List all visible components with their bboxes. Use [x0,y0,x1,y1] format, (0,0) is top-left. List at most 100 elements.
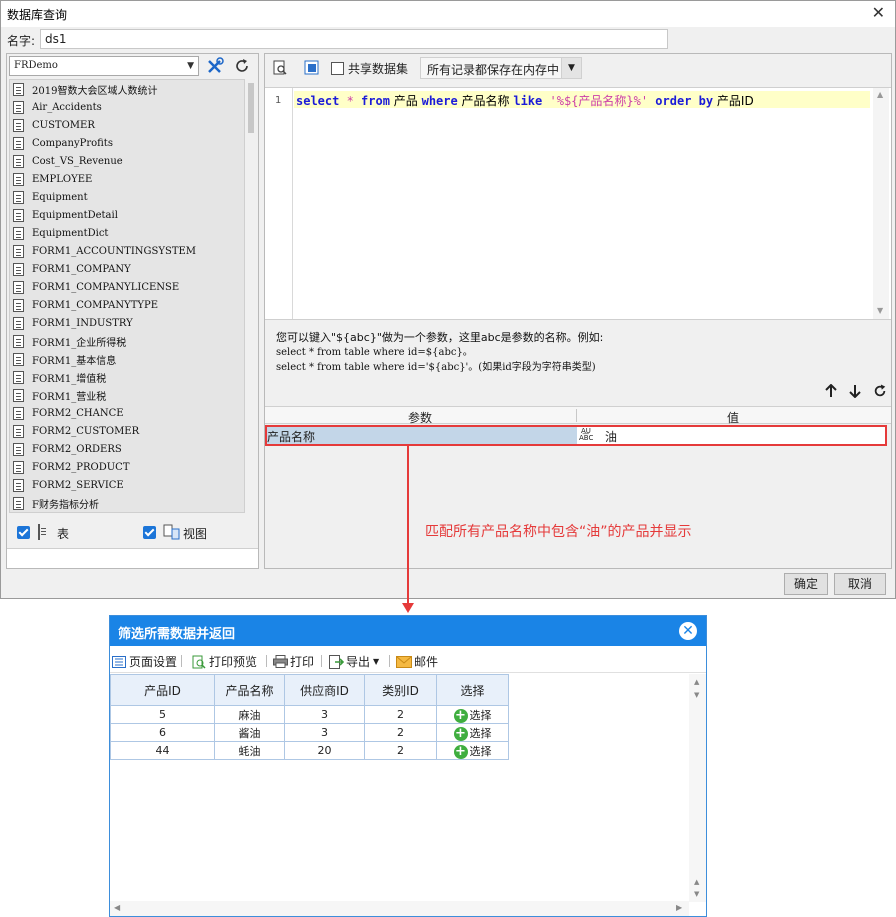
list-item[interactable]: FORM2_PRODUCT [10,458,244,476]
list-item[interactable]: FORM1_INDUSTRY [10,314,244,332]
list-item[interactable]: Air_Accidents [10,98,244,116]
views-checkbox-label: 视图 [183,527,208,541]
select-label: 选择 [469,726,492,740]
list-item[interactable]: FORM1_增值税 [10,368,244,386]
scroll-down-icon[interactable]: ▼ [694,890,699,898]
cancel-button[interactable]: 取消 [834,573,886,595]
list-item[interactable]: FORM1_COMPANYLICENSE [10,278,244,296]
share-dataset-checkbox[interactable] [331,62,344,75]
refresh-button[interactable] [231,55,253,77]
scrollbar-thumb[interactable] [248,83,254,133]
table-icon [13,352,24,366]
result-vertical-scrollbar[interactable]: ▲ ▼ ▲ ▼ [689,674,706,902]
sql-editor[interactable]: 1 select * from 产品 where 产品名称 like '%${产… [265,87,891,320]
line-number: 1 [275,95,282,106]
header-divider [576,409,577,422]
scroll-down-icon[interactable]: ▼ [877,306,883,315]
scroll-up-icon[interactable]: ▲ [877,90,883,99]
list-item[interactable]: FORM1_基本信息 [10,350,244,368]
list-item[interactable]: EMPLOYEE [10,170,244,188]
list-item[interactable]: FORM1_COMPANYTYPE [10,296,244,314]
list-item-label: FORM2_CHANCE [32,407,124,419]
list-item[interactable]: 2019智数大会区域人数统计 [10,80,244,98]
sql-keyword: order by [655,94,714,108]
list-item[interactable]: FORM2_CUSTOMER [10,422,244,440]
scroll-down-icon[interactable]: ▼ [694,691,699,699]
list-item[interactable]: FORM1_ACCOUNTINGSYSTEM [10,242,244,260]
table-list-scrollbar[interactable] [246,79,256,513]
param-value-input[interactable]: 油 [602,427,885,444]
dialog-title-bar: 数据库查询 ✕ [1,1,895,27]
editor-scrollbar[interactable]: ▲ ▼ [873,88,889,319]
list-item[interactable]: Cost_VS_Revenue [10,152,244,170]
memory-mode-select[interactable]: 所有记录都保存在内存中 ▼ [420,57,582,79]
list-item[interactable]: FORM1_企业所得税 [10,332,244,350]
list-item[interactable]: Equipment [10,188,244,206]
print-button[interactable]: 打印 [273,653,314,670]
sql-string: '%${产品名称}%' [542,94,656,108]
page-setup-label: 页面设置 [129,655,178,669]
list-item[interactable]: EquipmentDict [10,224,244,242]
refresh-params-button[interactable] [869,380,891,402]
ok-button[interactable]: 确定 [784,573,828,595]
name-input[interactable]: ds1 [40,29,668,49]
string-type-icon[interactable]: A͟U ABC [578,427,602,444]
scroll-right-icon[interactable]: ▶ [676,903,682,912]
scroll-left-icon[interactable]: ◀ [114,903,120,912]
result-table: 产品ID 产品名称 供应商ID 类别ID 选择 5 麻油 3 2 + 选择 6 酱油 3 2 + 选择… [110,674,509,760]
save-sql-button[interactable] [301,57,323,79]
view-icon [163,524,180,540]
name-label: 名字: [7,34,36,48]
print-preview-icon [192,655,206,669]
list-item-label: Air_Accidents [32,101,102,113]
param-header-name: 参数 [408,411,433,425]
scroll-up-icon[interactable]: ▲ [694,878,699,886]
connection-settings-button[interactable] [204,55,226,77]
toolbar-separator [321,655,322,667]
list-item-label: Cost_VS_Revenue [32,155,123,167]
select-button[interactable]: + 选择 [436,723,509,742]
list-item[interactable]: CompanyProfits [10,134,244,152]
scroll-up-icon[interactable]: ▲ [694,678,699,686]
result-horizontal-scrollbar[interactable]: ◀ ▶ [110,901,689,916]
close-icon[interactable]: ✕ [679,622,697,640]
page-setup-button[interactable]: 页面设置 [112,653,177,670]
list-item-label: Equipment [32,191,88,203]
close-icon[interactable]: ✕ [872,3,885,22]
arrow-down-icon [849,385,861,398]
table-cell: 6 [110,723,215,742]
table-list: 2019智数大会区域人数统计 Air_Accidents CUSTOMER Compa… [9,79,245,513]
print-preview-button[interactable]: 打印预览 [192,653,257,670]
move-down-button[interactable] [844,380,866,402]
move-up-button[interactable] [820,380,842,402]
list-item[interactable]: FORM2_SERVICE [10,476,244,494]
list-item[interactable]: CUSTOMER [10,116,244,134]
list-item[interactable]: FORM1_COMPANY [10,260,244,278]
export-button[interactable]: 导出 ▼ [329,653,379,670]
toolbar-separator [389,655,390,667]
sql-line[interactable]: select * from 产品 where 产品名称 like '%${产品名… [294,91,870,108]
select-button[interactable]: + 选择 [436,741,509,760]
list-item[interactable]: FORM2_CHANCE [10,404,244,422]
views-checkbox[interactable] [143,526,156,539]
list-item-label: FORM1_企业所得税 [32,337,127,349]
select-button[interactable]: + 选择 [436,705,509,724]
param-row[interactable]: 产品名称 A͟U ABC 油 [265,425,887,446]
preview-icon [273,60,287,75]
select-label: 选择 [469,744,492,758]
left-filter-box[interactable] [7,548,258,568]
memory-mode-value: 所有记录都保存在内存中 [427,63,560,77]
plus-circle-icon: + [453,743,468,759]
table-icon [13,244,24,258]
chevron-down-icon: ▼ [561,58,581,78]
right-panel: 共享数据集 所有记录都保存在内存中 ▼ 1 select * from 产品 w… [264,53,892,569]
list-item[interactable]: FORM1_营业税 [10,386,244,404]
mail-icon [396,655,412,668]
list-item[interactable]: F财务指标分析 [10,494,244,512]
preview-button[interactable] [269,57,291,79]
email-button[interactable]: 邮件 [396,653,438,670]
list-item[interactable]: EquipmentDetail [10,206,244,224]
database-select[interactable]: FRDemo ▼ [9,56,199,76]
list-item[interactable]: FORM2_ORDERS [10,440,244,458]
tables-checkbox[interactable] [17,526,30,539]
